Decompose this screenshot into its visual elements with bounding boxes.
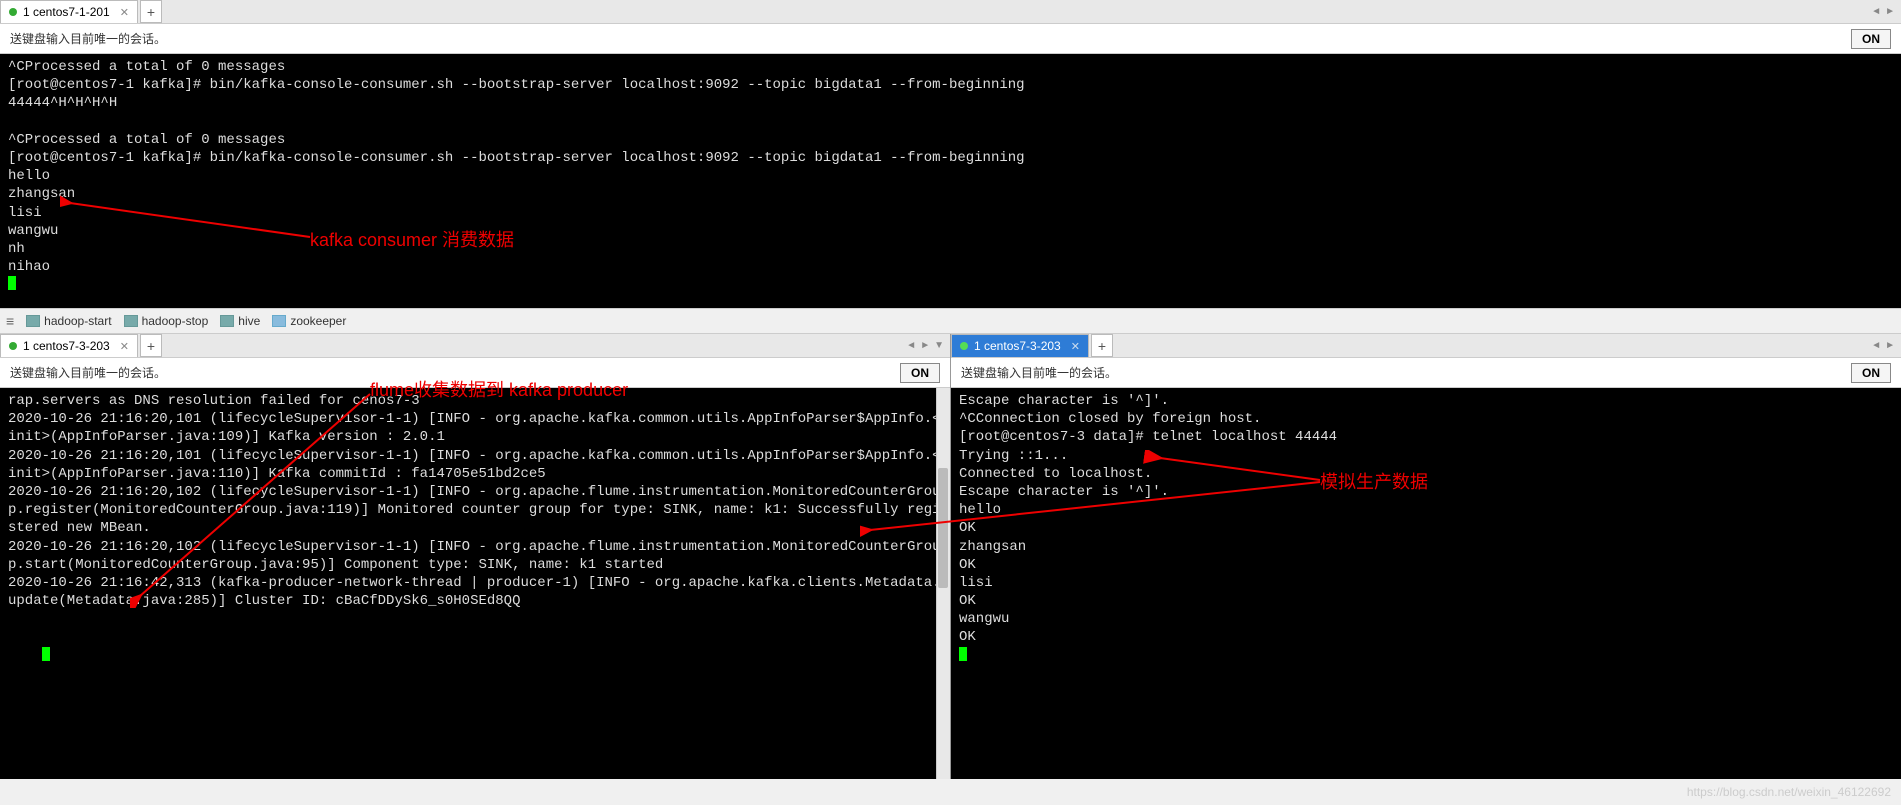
left-tab-bar: 1 centos7-3-203 ✕ + ◄ ► ▼ (0, 334, 950, 358)
add-tab-button[interactable]: + (1091, 334, 1113, 357)
scrollbar[interactable] (936, 388, 950, 779)
tab-label: 1 centos7-1-201 (23, 5, 110, 19)
scroll-thumb[interactable] (938, 468, 948, 588)
arrow-left-icon[interactable]: ◄ (1871, 6, 1881, 17)
bookmark-zookeeper[interactable]: zookeeper (272, 314, 346, 328)
arrow-left-icon[interactable]: ◄ (906, 340, 916, 351)
arrow-left-icon[interactable]: ◄ (1871, 340, 1881, 351)
left-pane: 1 centos7-3-203 ✕ + ◄ ► ▼ 送键盘输入目前唯一的会话。 … (0, 334, 951, 779)
right-tab-bar: 1 centos7-3-203 ✕ + ◄ ► (951, 334, 1901, 358)
left-info-bar: 送键盘输入目前唯一的会话。 ON (0, 358, 950, 388)
add-tab-button[interactable]: + (140, 0, 162, 23)
on-button[interactable]: ON (1851, 363, 1891, 383)
bookmark-hive[interactable]: hive (220, 314, 260, 328)
right-terminal[interactable]: Escape character is '^]'. ^CConnection c… (951, 388, 1901, 779)
info-text: 送键盘输入目前唯一的会话。 (10, 30, 166, 47)
left-terminal[interactable]: rap.servers as DNS resolution failed for… (0, 388, 950, 779)
tab-nav-arrows: ◄ ► ▼ (906, 334, 950, 357)
watermark: https://blog.csdn.net/weixin_46122692 (1687, 785, 1891, 799)
status-dot-icon (9, 342, 17, 350)
tab-nav-arrows: ◄ ► (1871, 0, 1901, 23)
top-pane: 1 centos7-1-201 ✕ + ◄ ► 送键盘输入目前唯一的会话。 ON… (0, 0, 1901, 308)
add-tab-button[interactable]: + (140, 334, 162, 357)
tab-centos7-3-203-right[interactable]: 1 centos7-3-203 ✕ (951, 334, 1089, 357)
bookmark-toolbar: ≡ hadoop-start hadoop-stop hive zookeepe… (0, 308, 1901, 334)
arrow-right-icon[interactable]: ► (1885, 340, 1895, 351)
folder-icon (124, 315, 138, 327)
close-icon[interactable]: ✕ (1071, 340, 1080, 353)
status-dot-icon (960, 342, 968, 350)
close-icon[interactable]: ✕ (120, 340, 129, 353)
bookmark-hadoop-stop[interactable]: hadoop-stop (124, 314, 209, 328)
tab-label: 1 centos7-3-203 (23, 339, 110, 353)
right-info-bar: 送键盘输入目前唯一的会话。 ON (951, 358, 1901, 388)
tab-centos7-1-201[interactable]: 1 centos7-1-201 ✕ (0, 0, 138, 23)
arrow-down-icon[interactable]: ▼ (934, 340, 944, 351)
hamburger-icon[interactable]: ≡ (6, 313, 14, 329)
folder-icon (220, 315, 234, 327)
bookmark-hadoop-start[interactable]: hadoop-start (26, 314, 111, 328)
arrow-right-icon[interactable]: ► (1885, 6, 1895, 17)
info-text: 送键盘输入目前唯一的会话。 (961, 364, 1117, 381)
bottom-split: 1 centos7-3-203 ✕ + ◄ ► ▼ 送键盘输入目前唯一的会话。 … (0, 334, 1901, 779)
top-info-bar: 送键盘输入目前唯一的会话。 ON (0, 24, 1901, 54)
top-terminal[interactable]: ^CProcessed a total of 0 messages [root@… (0, 54, 1901, 308)
on-button[interactable]: ON (900, 363, 940, 383)
on-button[interactable]: ON (1851, 29, 1891, 49)
status-dot-icon (9, 8, 17, 16)
top-tab-bar: 1 centos7-1-201 ✕ + ◄ ► (0, 0, 1901, 24)
close-icon[interactable]: ✕ (120, 6, 129, 19)
right-pane: 1 centos7-3-203 ✕ + ◄ ► 送键盘输入目前唯一的会话。 ON… (951, 334, 1901, 779)
tab-centos7-3-203-left[interactable]: 1 centos7-3-203 ✕ (0, 334, 138, 357)
folder-icon (272, 315, 286, 327)
arrow-right-icon[interactable]: ► (920, 340, 930, 351)
folder-icon (26, 315, 40, 327)
tab-nav-arrows: ◄ ► (1871, 334, 1901, 357)
tab-label: 1 centos7-3-203 (974, 339, 1061, 353)
info-text: 送键盘输入目前唯一的会话。 (10, 364, 166, 381)
